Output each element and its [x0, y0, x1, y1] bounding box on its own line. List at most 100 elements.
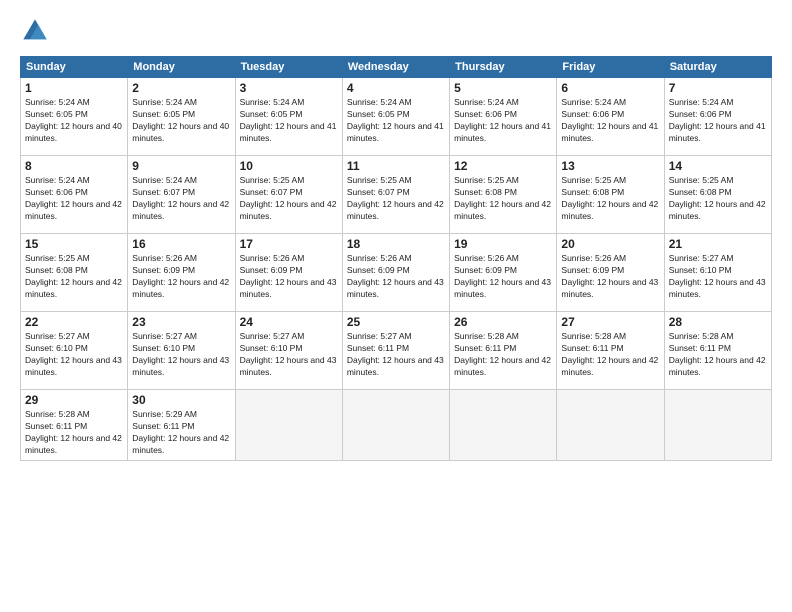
- weekday-header-sunday: Sunday: [21, 57, 128, 78]
- weekday-header-friday: Friday: [557, 57, 664, 78]
- day-number: 20: [561, 237, 659, 251]
- calendar-cell: [450, 390, 557, 461]
- day-info: Sunrise: 5:24 AMSunset: 6:05 PMDaylight:…: [240, 97, 338, 145]
- day-info: Sunrise: 5:28 AMSunset: 6:11 PMDaylight:…: [561, 331, 659, 379]
- calendar-cell: 11Sunrise: 5:25 AMSunset: 6:07 PMDayligh…: [342, 156, 449, 234]
- day-number: 2: [132, 81, 230, 95]
- calendar-cell: 8 Sunrise: 5:24 AMSunset: 6:06 PMDaylight…: [21, 156, 128, 234]
- day-number: 7: [669, 81, 767, 95]
- calendar-cell: 9Sunrise: 5:24 AMSunset: 6:07 PMDaylight…: [128, 156, 235, 234]
- calendar-week-3: 15 Sunrise: 5:25 AMSunset: 6:08 PMDayligh…: [21, 234, 772, 312]
- calendar-week-2: 8 Sunrise: 5:24 AMSunset: 6:06 PMDaylight…: [21, 156, 772, 234]
- calendar-cell: 26 Sunrise: 5:28 AMSunset: 6:11 PMDayligh…: [450, 312, 557, 390]
- calendar-cell: [342, 390, 449, 461]
- day-number: 11: [347, 159, 445, 173]
- day-number: 19: [454, 237, 552, 251]
- weekday-header-saturday: Saturday: [664, 57, 771, 78]
- calendar-cell: 24 Sunrise: 5:27 AMSunset: 6:10 PMDayligh…: [235, 312, 342, 390]
- calendar-cell: 25 Sunrise: 5:27 AMSunset: 6:11 PMDayligh…: [342, 312, 449, 390]
- day-info: Sunrise: 5:24 AMSunset: 6:06 PMDaylight:…: [25, 175, 123, 223]
- calendar-cell: 12 Sunrise: 5:25 AMSunset: 6:08 PMDayligh…: [450, 156, 557, 234]
- calendar-cell: 2Sunrise: 5:24 AMSunset: 6:05 PMDaylight…: [128, 78, 235, 156]
- day-info: Sunrise: 5:27 AMSunset: 6:11 PMDaylight:…: [347, 331, 445, 379]
- day-number: 27: [561, 315, 659, 329]
- day-number: 17: [240, 237, 338, 251]
- logo: [20, 16, 54, 46]
- calendar-cell: 5 Sunrise: 5:24 AMSunset: 6:06 PMDaylight…: [450, 78, 557, 156]
- day-number: 22: [25, 315, 123, 329]
- weekday-header-monday: Monday: [128, 57, 235, 78]
- day-number: 3: [240, 81, 338, 95]
- day-number: 15: [25, 237, 123, 251]
- calendar-cell: 18 Sunrise: 5:26 AMSunset: 6:09 PMDayligh…: [342, 234, 449, 312]
- calendar-cell: 16Sunrise: 5:26 AMSunset: 6:09 PMDayligh…: [128, 234, 235, 312]
- day-info: Sunrise: 5:24 AMSunset: 6:06 PMDaylight:…: [454, 97, 552, 145]
- day-number: 21: [669, 237, 767, 251]
- day-info: Sunrise: 5:26 AMSunset: 6:09 PMDaylight:…: [561, 253, 659, 301]
- calendar-cell: 28 Sunrise: 5:28 AMSunset: 6:11 PMDayligh…: [664, 312, 771, 390]
- day-number: 25: [347, 315, 445, 329]
- day-info: Sunrise: 5:27 AMSunset: 6:10 PMDaylight:…: [240, 331, 338, 379]
- day-info: Sunrise: 5:24 AMSunset: 6:05 PMDaylight:…: [347, 97, 445, 145]
- day-number: 9: [132, 159, 230, 173]
- day-info: Sunrise: 5:26 AMSunset: 6:09 PMDaylight:…: [347, 253, 445, 301]
- day-info: Sunrise: 5:24 AMSunset: 6:06 PMDaylight:…: [561, 97, 659, 145]
- day-number: 28: [669, 315, 767, 329]
- calendar-cell: 30Sunrise: 5:29 AMSunset: 6:11 PMDayligh…: [128, 390, 235, 461]
- day-number: 1: [25, 81, 123, 95]
- calendar-cell: 10 Sunrise: 5:25 AMSunset: 6:07 PMDayligh…: [235, 156, 342, 234]
- calendar-cell: 7 Sunrise: 5:24 AMSunset: 6:06 PMDaylight…: [664, 78, 771, 156]
- weekday-header-tuesday: Tuesday: [235, 57, 342, 78]
- day-info: Sunrise: 5:25 AMSunset: 6:08 PMDaylight:…: [669, 175, 767, 223]
- day-number: 4: [347, 81, 445, 95]
- day-number: 10: [240, 159, 338, 173]
- calendar-cell: 21 Sunrise: 5:27 AMSunset: 6:10 PMDayligh…: [664, 234, 771, 312]
- day-info: Sunrise: 5:25 AMSunset: 6:07 PMDaylight:…: [240, 175, 338, 223]
- calendar-week-1: 1 Sunrise: 5:24 AMSunset: 6:05 PMDaylight…: [21, 78, 772, 156]
- day-info: Sunrise: 5:27 AMSunset: 6:10 PMDaylight:…: [25, 331, 123, 379]
- calendar-cell: 4 Sunrise: 5:24 AMSunset: 6:05 PMDaylight…: [342, 78, 449, 156]
- weekday-header-thursday: Thursday: [450, 57, 557, 78]
- calendar: SundayMondayTuesdayWednesdayThursdayFrid…: [20, 56, 772, 461]
- day-info: Sunrise: 5:26 AMSunset: 6:09 PMDaylight:…: [240, 253, 338, 301]
- day-number: 13: [561, 159, 659, 173]
- day-info: Sunrise: 5:25 AMSunset: 6:08 PMDaylight:…: [25, 253, 123, 301]
- day-info: Sunrise: 5:28 AMSunset: 6:11 PMDaylight:…: [669, 331, 767, 379]
- day-number: 12: [454, 159, 552, 173]
- day-number: 6: [561, 81, 659, 95]
- day-number: 26: [454, 315, 552, 329]
- day-info: Sunrise: 5:25 AMSunset: 6:08 PMDaylight:…: [454, 175, 552, 223]
- page: SundayMondayTuesdayWednesdayThursdayFrid…: [0, 0, 792, 612]
- day-number: 18: [347, 237, 445, 251]
- day-info: Sunrise: 5:25 AMSunset: 6:08 PMDaylight:…: [561, 175, 659, 223]
- day-number: 24: [240, 315, 338, 329]
- day-number: 23: [132, 315, 230, 329]
- day-info: Sunrise: 5:24 AMSunset: 6:05 PMDaylight:…: [25, 97, 123, 145]
- calendar-cell: 27 Sunrise: 5:28 AMSunset: 6:11 PMDayligh…: [557, 312, 664, 390]
- day-number: 8: [25, 159, 123, 173]
- day-info: Sunrise: 5:24 AMSunset: 6:06 PMDaylight:…: [669, 97, 767, 145]
- day-info: Sunrise: 5:27 AMSunset: 6:10 PMDaylight:…: [669, 253, 767, 301]
- calendar-cell: 22 Sunrise: 5:27 AMSunset: 6:10 PMDayligh…: [21, 312, 128, 390]
- day-info: Sunrise: 5:28 AMSunset: 6:11 PMDaylight:…: [454, 331, 552, 379]
- weekday-header-wednesday: Wednesday: [342, 57, 449, 78]
- calendar-cell: [557, 390, 664, 461]
- day-info: Sunrise: 5:27 AMSunset: 6:10 PMDaylight:…: [132, 331, 230, 379]
- day-info: Sunrise: 5:26 AMSunset: 6:09 PMDaylight:…: [454, 253, 552, 301]
- calendar-week-5: 29Sunrise: 5:28 AMSunset: 6:11 PMDayligh…: [21, 390, 772, 461]
- calendar-cell: 15 Sunrise: 5:25 AMSunset: 6:08 PMDayligh…: [21, 234, 128, 312]
- calendar-week-4: 22 Sunrise: 5:27 AMSunset: 6:10 PMDayligh…: [21, 312, 772, 390]
- calendar-cell: 14Sunrise: 5:25 AMSunset: 6:08 PMDayligh…: [664, 156, 771, 234]
- weekday-header-row: SundayMondayTuesdayWednesdayThursdayFrid…: [21, 57, 772, 78]
- calendar-cell: 13 Sunrise: 5:25 AMSunset: 6:08 PMDayligh…: [557, 156, 664, 234]
- day-info: Sunrise: 5:29 AMSunset: 6:11 PMDaylight:…: [132, 409, 230, 457]
- calendar-cell: 20 Sunrise: 5:26 AMSunset: 6:09 PMDayligh…: [557, 234, 664, 312]
- header: [20, 16, 772, 46]
- calendar-cell: [235, 390, 342, 461]
- calendar-cell: 23 Sunrise: 5:27 AMSunset: 6:10 PMDayligh…: [128, 312, 235, 390]
- calendar-cell: 29Sunrise: 5:28 AMSunset: 6:11 PMDayligh…: [21, 390, 128, 461]
- day-number: 5: [454, 81, 552, 95]
- calendar-cell: 3 Sunrise: 5:24 AMSunset: 6:05 PMDaylight…: [235, 78, 342, 156]
- logo-icon: [20, 16, 50, 46]
- calendar-cell: 1 Sunrise: 5:24 AMSunset: 6:05 PMDaylight…: [21, 78, 128, 156]
